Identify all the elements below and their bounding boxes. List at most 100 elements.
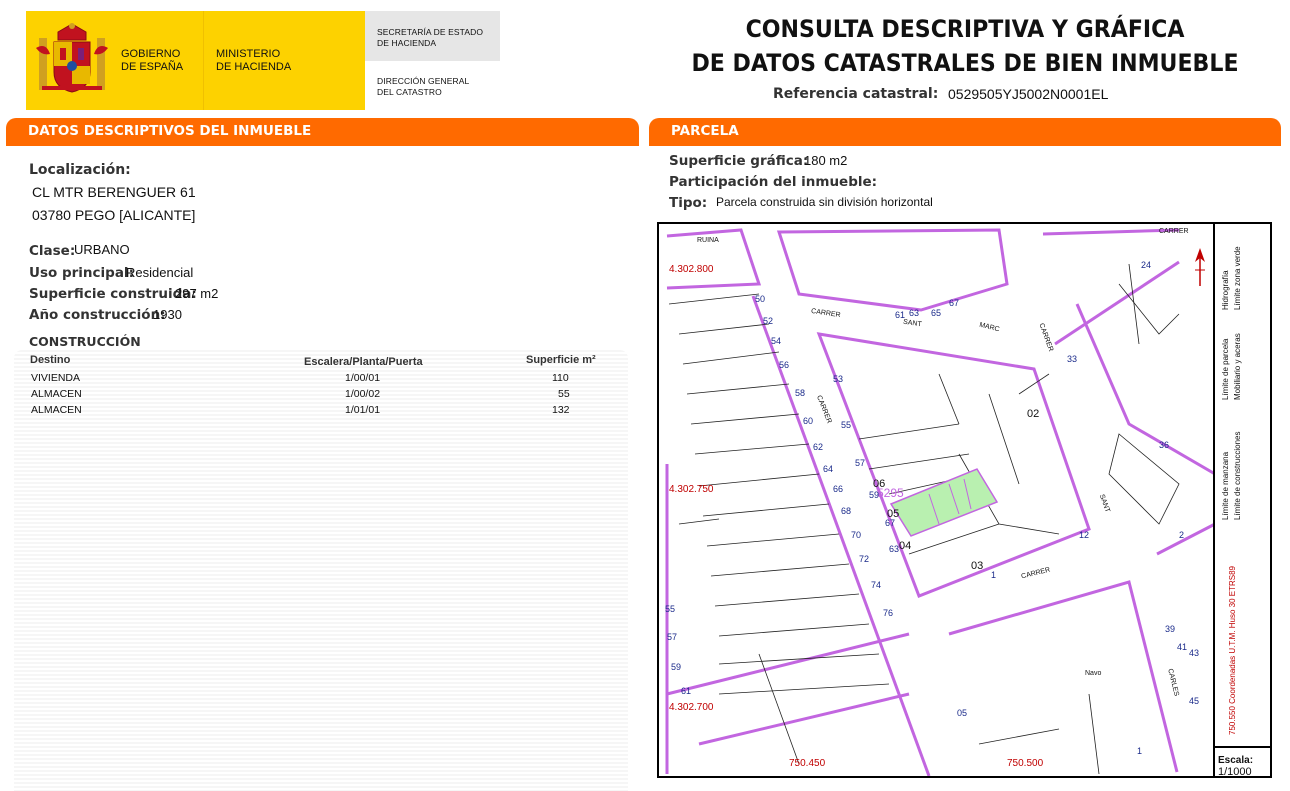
superficie-value: 297 m2 <box>175 286 219 301</box>
house-number: 24 <box>1141 260 1152 270</box>
section-underline <box>6 143 639 146</box>
ministerio-line2: DE HACIENDA <box>216 61 292 73</box>
street-label: CARRER <box>1159 228 1189 235</box>
section-underline <box>649 143 1281 146</box>
legend-limite-construcciones: Límite de construcciones <box>1233 431 1242 521</box>
house-number: 60 <box>803 416 814 426</box>
table-cell: 110 <box>552 372 569 384</box>
clase-value: URBANO <box>74 242 130 257</box>
legend-mobiliario: Mobiliario y aceras <box>1233 333 1242 400</box>
uso-value: Residencial <box>126 265 194 280</box>
legend-divider <box>1215 746 1270 748</box>
table-cell: 1/00/01 <box>345 372 381 384</box>
superficie-grafica-label: Superficie gráfica: <box>669 153 809 169</box>
house-number: 67 <box>885 518 896 528</box>
house-number: 05 <box>957 708 968 718</box>
house-number: 54 <box>771 336 782 346</box>
legend-limite-parcela: Límite de parcela <box>1221 338 1230 400</box>
house-number: 50 <box>755 294 766 304</box>
house-number: 55 <box>665 604 676 614</box>
participacion-label: Participación del inmueble: <box>669 174 878 190</box>
house-number: 52 <box>763 316 774 326</box>
page-title: CONSULTA DESCRIPTIVA Y GRÁFICA DE DATOS … <box>684 12 1245 80</box>
localizacion-label: Localización: <box>29 162 131 178</box>
legend-limite-zona-verde: Límite zona verde <box>1233 246 1242 310</box>
col-header-superficie: Superficie m² <box>526 354 596 366</box>
section-bar-parcela: PARCELA <box>649 118 1281 143</box>
house-number: 43 <box>1189 648 1200 658</box>
parcel-code: 5295 <box>877 486 904 500</box>
secretaria-line2: DE HACIENDA <box>377 38 437 48</box>
house-number: 2 <box>1179 530 1185 540</box>
logo-divider <box>203 11 204 110</box>
house-number: 1 <box>991 570 997 580</box>
house-number: 64 <box>823 464 834 474</box>
parcel-code: 03 <box>971 560 984 572</box>
escala-label: Escala: <box>1218 755 1254 766</box>
house-number: 56 <box>779 360 790 370</box>
house-number: 39 <box>1165 624 1176 634</box>
map-drawing <box>665 228 1215 776</box>
coord-e-left: 750.450 <box>789 758 826 769</box>
house-number: 68 <box>841 506 852 516</box>
house-number: 76 <box>883 608 894 618</box>
house-number: 57 <box>667 632 678 642</box>
ref-catastral-value: 0529505YJ5002N0001EL <box>948 86 1109 102</box>
address-line2: 03780 PEGO [ALICANTE] <box>32 207 196 223</box>
col-header-escalera: Escalera/Planta/Puerta <box>304 356 423 368</box>
section-bar-descriptivos: DATOS DESCRIPTIVOS DEL INMUEBLE <box>6 118 639 143</box>
anio-label: Año construcción: <box>29 307 166 323</box>
section-title-parcela: PARCELA <box>671 123 739 139</box>
cadastral-map[interactable]: 4.302.800 4.302.750 4.302.700 750.450 75… <box>657 222 1272 778</box>
block-outline <box>1075 303 1215 476</box>
house-number: 59 <box>671 662 682 672</box>
table-cell: 55 <box>558 388 570 400</box>
table-cell: 132 <box>552 404 570 416</box>
title-line2: DE DATOS CATASTRALES DE BIEN INMUEBLE <box>691 49 1239 77</box>
house-number: 65 <box>931 308 942 318</box>
table-cell: 1/01/01 <box>345 404 381 416</box>
house-number: 66 <box>833 484 844 494</box>
table-cell: ALMACEN <box>31 388 82 400</box>
house-number: 33 <box>1067 354 1078 364</box>
construccion-table <box>14 350 628 791</box>
house-number: 41 <box>1177 642 1188 652</box>
house-number: 1 <box>1137 746 1143 756</box>
anio-value: 1930 <box>153 307 182 322</box>
legend-separator <box>1213 223 1215 776</box>
title-line1: CONSULTA DESCRIPTIVA Y GRÁFICA <box>745 15 1185 43</box>
house-number: 72 <box>859 554 870 564</box>
legend-hidrografia: Hidrografía <box>1221 270 1230 310</box>
house-number: 53 <box>833 374 844 384</box>
escala-value: 1/1000 <box>1218 766 1252 778</box>
coord-e-right: 750.500 <box>1007 758 1044 769</box>
house-number: 62 <box>813 442 824 452</box>
direccion-line2: DEL CATASTRO <box>377 87 442 97</box>
street-label: Navo <box>1085 670 1102 677</box>
direccion-line1: DIRECCIÓN GENERAL <box>377 76 470 86</box>
house-number: 57 <box>855 458 866 468</box>
superficie-grafica-value: 180 m2 <box>804 153 848 168</box>
address-line1: CL MTR BERENGUER 61 <box>32 184 196 200</box>
tipo-label: Tipo: <box>669 195 708 211</box>
house-number: 55 <box>841 420 852 430</box>
gobierno-line2: DE ESPAÑA <box>121 61 184 73</box>
section-title-descriptivos: DATOS DESCRIPTIVOS DEL INMUEBLE <box>28 123 312 139</box>
block-outline <box>1054 260 1180 346</box>
house-number: 61 <box>895 310 906 320</box>
clase-label: Clase: <box>29 243 76 259</box>
house-number: 61 <box>681 686 692 696</box>
gobierno-line1: GOBIERNO <box>121 48 181 60</box>
coord-n-mid: 4.302.750 <box>669 484 714 495</box>
coord-n-bot: 4.302.700 <box>669 702 714 713</box>
tipo-value: Parcela construida sin división horizont… <box>716 195 933 209</box>
coat-of-arms-icon <box>36 23 108 93</box>
highlighted-parcel <box>889 468 999 537</box>
house-number: 63 <box>909 308 920 318</box>
parcel-code: 02 <box>1027 408 1040 420</box>
house-number: 12 <box>1079 530 1090 540</box>
house-number: 67 <box>949 298 960 308</box>
table-cell: 1/00/02 <box>345 388 381 400</box>
parcel-code: 04 <box>899 540 912 552</box>
secretaria-line1: SECRETARÍA DE ESTADO <box>377 27 484 37</box>
